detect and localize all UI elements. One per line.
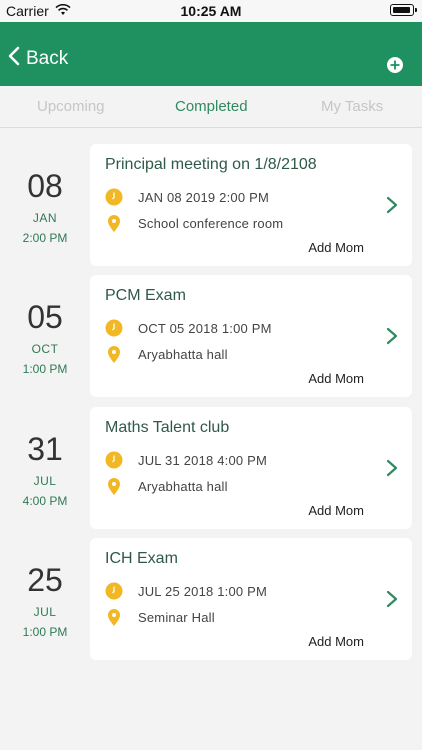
date-column: 25 JUL 1:00 PM xyxy=(0,562,90,639)
tab-upcoming[interactable]: Upcoming xyxy=(37,98,105,115)
add-mom-button[interactable]: Add Mom xyxy=(308,634,364,649)
date-column: 31 JUL 4:00 PM xyxy=(0,431,90,508)
chevron-right-icon[interactable] xyxy=(386,327,398,345)
meeting-title: PCM Exam xyxy=(105,287,186,304)
meeting-title: Principal meeting on 1/8/2108 xyxy=(105,156,317,173)
date-day: 25 xyxy=(27,562,63,598)
location-pin-icon xyxy=(108,346,120,363)
meeting-card[interactable]: Maths Talent club JUL 31 2018 4:00 PM Ar… xyxy=(90,407,412,529)
datetime-row: OCT 05 2018 1:00 PM xyxy=(105,319,272,337)
chevron-right-icon[interactable] xyxy=(386,196,398,214)
date-time: 1:00 PM xyxy=(22,362,68,376)
date-month: OCT xyxy=(31,342,59,356)
chevron-right-icon[interactable] xyxy=(386,459,398,477)
datetime-row: JUL 31 2018 4:00 PM xyxy=(105,451,267,469)
date-day: 05 xyxy=(27,299,63,335)
date-column: 05 OCT 1:00 PM xyxy=(0,299,90,376)
date-month: JUL xyxy=(33,474,57,488)
date-day: 08 xyxy=(27,168,63,204)
meeting-title: ICH Exam xyxy=(105,550,178,567)
tab-my-tasks[interactable]: My Tasks xyxy=(321,98,383,115)
list-item: 31 JUL 4:00 PM Maths Talent club JUL 31 … xyxy=(0,407,422,529)
meeting-card[interactable]: Principal meeting on 1/8/2108 JAN 08 201… xyxy=(90,144,412,266)
meeting-datetime: OCT 05 2018 1:00 PM xyxy=(138,320,272,336)
meeting-card[interactable]: ICH Exam JUL 25 2018 1:00 PM Seminar Hal… xyxy=(90,538,412,660)
date-time: 1:00 PM xyxy=(22,625,68,639)
add-button[interactable] xyxy=(386,56,404,74)
meeting-location: Aryabhatta hall xyxy=(138,478,228,494)
date-month: JAN xyxy=(32,211,58,225)
meeting-card[interactable]: PCM Exam OCT 05 2018 1:00 PM Aryabhatta … xyxy=(90,275,412,397)
meeting-location: School conference room xyxy=(138,215,284,231)
battery-icon xyxy=(390,4,417,16)
location-row: Seminar Hall xyxy=(105,607,215,627)
location-pin-icon xyxy=(108,478,120,495)
add-mom-button[interactable]: Add Mom xyxy=(308,503,364,518)
date-time: 4:00 PM xyxy=(22,494,68,508)
list-item: 08 JAN 2:00 PM Principal meeting on 1/8/… xyxy=(0,144,422,266)
meeting-title: Maths Talent club xyxy=(105,419,230,436)
clock-icon xyxy=(105,451,123,469)
status-bar: Carrier 10:25 AM xyxy=(0,0,422,22)
meeting-datetime: JUL 31 2018 4:00 PM xyxy=(138,452,268,468)
list-item: 05 OCT 1:00 PM PCM Exam OCT 05 2018 1:00… xyxy=(0,275,422,397)
location-row: Aryabhatta hall xyxy=(105,344,228,364)
status-right xyxy=(390,4,417,16)
chevron-right-icon[interactable] xyxy=(386,590,398,608)
meeting-datetime: JAN 08 2019 2:00 PM xyxy=(138,189,269,205)
meeting-location: Aryabhatta hall xyxy=(138,346,228,362)
add-mom-button[interactable]: Add Mom xyxy=(308,240,364,255)
clock-icon xyxy=(105,319,123,337)
plus-circle-icon xyxy=(387,57,403,73)
location-row: Aryabhatta hall xyxy=(105,476,228,496)
meeting-location: Seminar Hall xyxy=(138,609,215,625)
app-header: Back xyxy=(0,22,422,86)
location-row: School conference room xyxy=(105,213,283,233)
date-time: 2:00 PM xyxy=(22,231,68,245)
datetime-row: JUL 25 2018 1:00 PM xyxy=(105,582,267,600)
add-mom-button[interactable]: Add Mom xyxy=(308,371,364,386)
date-month: JUL xyxy=(33,605,57,619)
location-pin-icon xyxy=(108,609,120,626)
tab-bar: Upcoming Completed My Tasks xyxy=(0,86,422,128)
status-time: 10:25 AM xyxy=(180,3,242,19)
datetime-row: JAN 08 2019 2:00 PM xyxy=(105,188,269,206)
clock-icon xyxy=(105,188,123,206)
back-button[interactable]: Back xyxy=(8,46,68,72)
clock-icon xyxy=(105,582,123,600)
date-day: 31 xyxy=(27,431,63,467)
location-pin-icon xyxy=(108,215,120,232)
back-label: Back xyxy=(26,48,69,69)
meeting-datetime: JUL 25 2018 1:00 PM xyxy=(138,583,268,599)
date-column: 08 JAN 2:00 PM xyxy=(0,168,90,245)
tab-completed[interactable]: Completed xyxy=(175,98,248,115)
list-item: 25 JUL 1:00 PM ICH Exam JUL 25 2018 1:00… xyxy=(0,538,422,660)
chevron-left-icon xyxy=(8,46,20,72)
